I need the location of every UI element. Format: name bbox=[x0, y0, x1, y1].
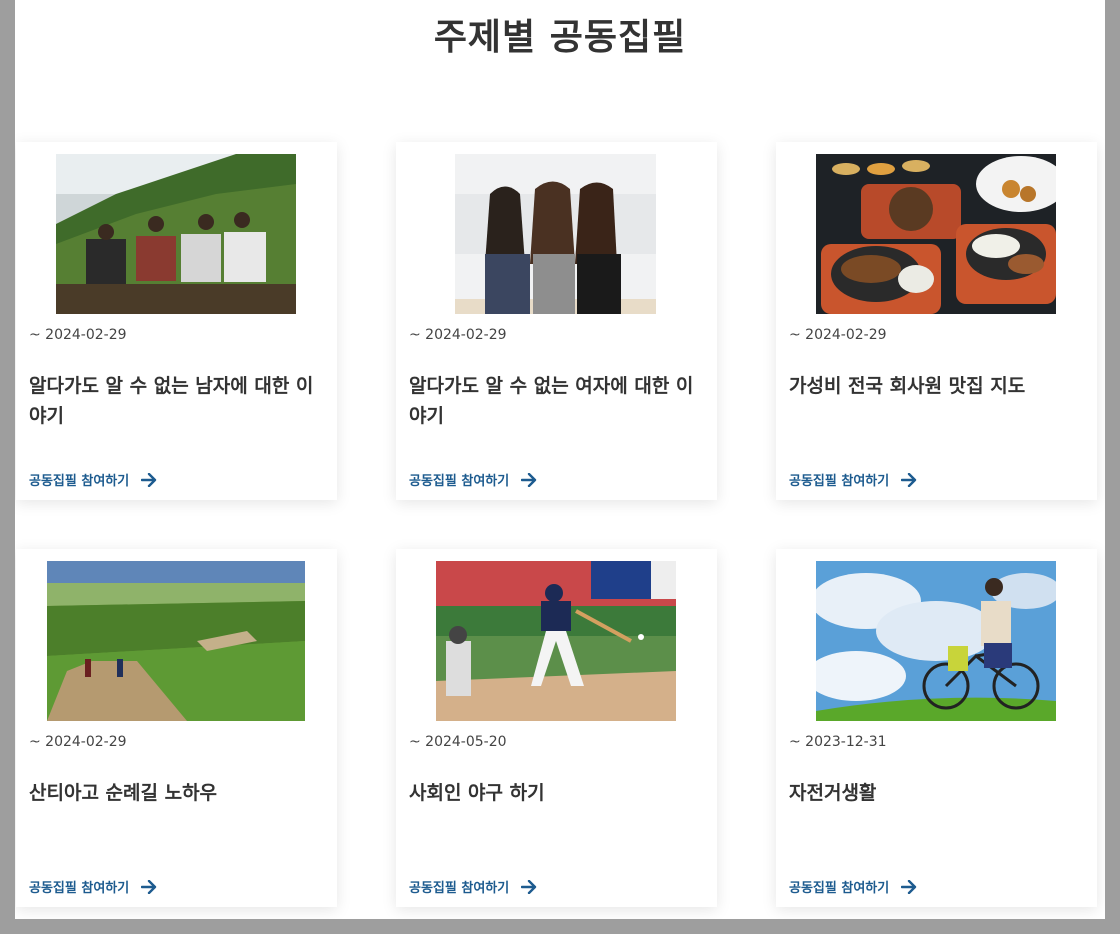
arrow-right-icon bbox=[521, 472, 537, 487]
topic-card[interactable]: ~ 2024-02-29 산티아고 순례길 노하우 공동집필 참여하기 bbox=[16, 549, 337, 907]
topic-card[interactable]: ~ 2024-02-29 알다가도 알 수 없는 여자에 대한 이야기 공동집필… bbox=[396, 142, 717, 500]
cta-label[interactable]: 공동집필 참여하기 bbox=[789, 470, 889, 489]
arrow-right-icon bbox=[141, 879, 157, 894]
page-container: 주제별 공동집필 ~ 2024-02-29 알다가도 알 수 없는 남자에 대한… bbox=[15, 0, 1105, 919]
cta-label[interactable]: 공동집필 참여하기 bbox=[409, 877, 509, 896]
card-title[interactable]: 산티아고 순례길 노하우 bbox=[29, 778, 324, 808]
card-image[interactable] bbox=[816, 561, 1056, 721]
cta-label[interactable]: 공동집필 참여하기 bbox=[29, 470, 129, 489]
join-writing-link[interactable]: 공동집필 참여하기 bbox=[409, 470, 537, 489]
join-writing-link[interactable]: 공동집필 참여하기 bbox=[29, 470, 157, 489]
join-writing-link[interactable]: 공동집필 참여하기 bbox=[789, 877, 917, 896]
topic-card[interactable]: ~ 2024-02-29 알다가도 알 수 없는 남자에 대한 이야기 공동집필… bbox=[16, 142, 337, 500]
card-title[interactable]: 가성비 전국 회사원 맛집 지도 bbox=[789, 371, 1084, 401]
topic-card[interactable]: ~ 2024-05-20 사회인 야구 하기 공동집필 참여하기 bbox=[396, 549, 717, 907]
card-date: ~ 2024-02-29 bbox=[409, 327, 507, 343]
card-date: ~ 2024-05-20 bbox=[409, 734, 507, 750]
card-image[interactable] bbox=[455, 154, 656, 314]
card-image[interactable] bbox=[56, 154, 296, 314]
card-image[interactable] bbox=[47, 561, 305, 721]
arrow-right-icon bbox=[901, 472, 917, 487]
join-writing-link[interactable]: 공동집필 참여하기 bbox=[409, 877, 537, 896]
join-writing-link[interactable]: 공동집필 참여하기 bbox=[29, 877, 157, 896]
topic-card[interactable]: ~ 2023-12-31 자전거생활 공동집필 참여하기 bbox=[776, 549, 1097, 907]
card-date: ~ 2024-02-29 bbox=[789, 327, 887, 343]
cta-label[interactable]: 공동집필 참여하기 bbox=[789, 877, 889, 896]
page-title: 주제별 공동집필 bbox=[433, 17, 687, 58]
join-writing-link[interactable]: 공동집필 참여하기 bbox=[789, 470, 917, 489]
card-title[interactable]: 알다가도 알 수 없는 남자에 대한 이야기 bbox=[29, 371, 324, 431]
card-date: ~ 2024-02-29 bbox=[29, 734, 127, 750]
cta-label[interactable]: 공동집필 참여하기 bbox=[29, 877, 129, 896]
card-image[interactable] bbox=[816, 154, 1056, 314]
card-image[interactable] bbox=[436, 561, 676, 721]
arrow-right-icon bbox=[901, 879, 917, 894]
arrow-right-icon bbox=[521, 879, 537, 894]
arrow-right-icon bbox=[141, 472, 157, 487]
card-date: ~ 2023-12-31 bbox=[789, 734, 887, 750]
card-title[interactable]: 사회인 야구 하기 bbox=[409, 778, 704, 808]
cta-label[interactable]: 공동집필 참여하기 bbox=[409, 470, 509, 489]
card-title[interactable]: 알다가도 알 수 없는 여자에 대한 이야기 bbox=[409, 371, 704, 431]
card-title[interactable]: 자전거생활 bbox=[789, 778, 1084, 808]
topic-card[interactable]: ~ 2024-02-29 가성비 전국 회사원 맛집 지도 공동집필 참여하기 bbox=[776, 142, 1097, 500]
card-date: ~ 2024-02-29 bbox=[29, 327, 127, 343]
